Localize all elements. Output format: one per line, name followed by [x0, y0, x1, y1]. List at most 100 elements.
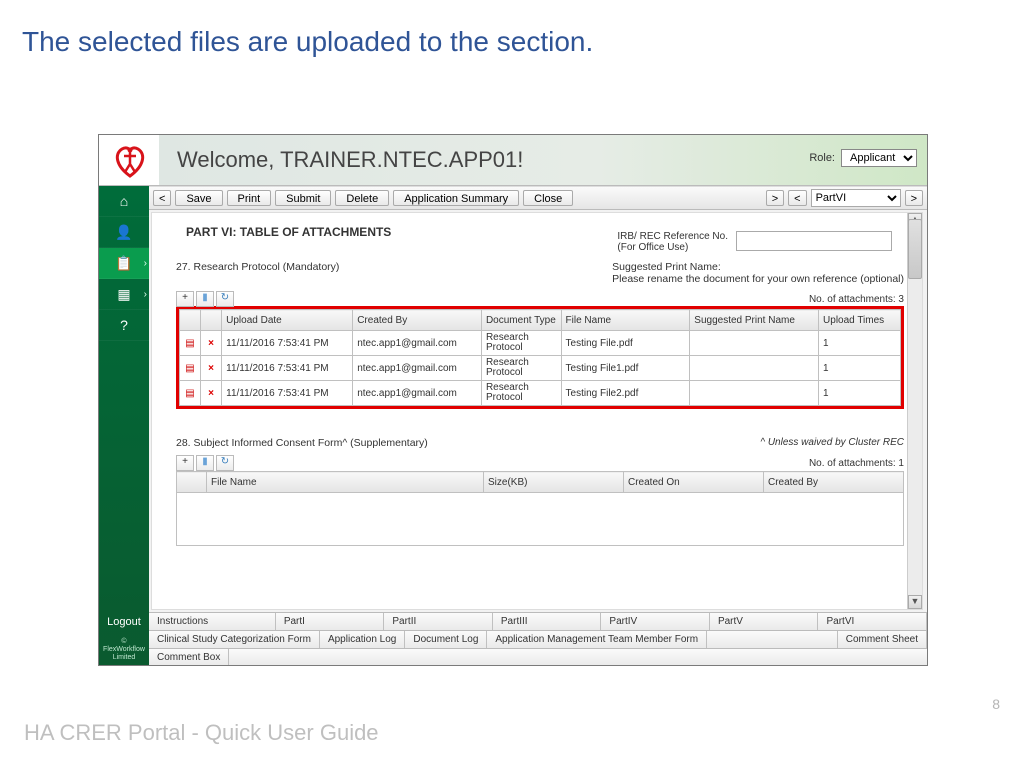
nav-prev-button[interactable]: < — [153, 190, 171, 206]
table-row[interactable]: × 11/11/2016 7:53:41 PMntec.app1@gmail.co… — [180, 356, 901, 381]
refresh-button[interactable]: ↻ — [216, 291, 234, 307]
delete-row-icon[interactable]: × — [208, 363, 214, 374]
app-screenshot: Welcome, TRAINER.NTEC.APP01! Role: Appli… — [98, 134, 928, 666]
welcome-text: Welcome, TRAINER.NTEC.APP01! — [177, 147, 523, 173]
tab-comment-sheet[interactable]: Comment Sheet — [838, 631, 927, 648]
nav-home-icon[interactable]: ⌂ — [99, 186, 149, 217]
cell-created-by: ntec.app1@gmail.com — [353, 331, 482, 356]
refresh-button-28[interactable]: ↻ — [216, 455, 234, 471]
submit-button[interactable]: Submit — [275, 190, 331, 206]
tab-part3[interactable]: PartIII — [493, 613, 602, 630]
col-print-name: Suggested Print Name — [690, 310, 819, 331]
attachments-table-28: File Name Size(KB) Created On Created By — [176, 471, 904, 546]
section-28-label: 28. Subject Informed Consent Form^ (Supp… — [176, 437, 428, 449]
attachments-table-27: Upload Date Created By Document Type Fil… — [179, 309, 901, 406]
close-button[interactable]: Close — [523, 190, 573, 206]
part-select[interactable]: PartVI — [811, 189, 901, 207]
cell-file-name: Testing File2.pdf — [561, 381, 690, 406]
scroll-down-icon[interactable]: ▼ — [908, 595, 922, 609]
pdf-icon[interactable] — [184, 388, 196, 399]
nav-grid-icon[interactable]: ▦› — [99, 279, 149, 310]
toolbar: < Save Print Submit Delete Application S… — [149, 186, 927, 210]
nav-help-icon[interactable]: ? — [99, 310, 149, 341]
cell-created-by: ntec.app1@gmail.com — [353, 381, 482, 406]
tab-instructions[interactable]: Instructions — [149, 613, 276, 630]
cell-file-name: Testing File.pdf — [561, 331, 690, 356]
tabs-comment: Comment Box — [149, 648, 927, 666]
delete-row-icon[interactable]: × — [208, 338, 214, 349]
delete-row-icon[interactable]: × — [208, 388, 214, 399]
tabs-parts: Instructions PartI PartII PartIII PartIV… — [149, 612, 927, 630]
logout-link[interactable]: Logout — [99, 610, 149, 634]
save-row-button-28[interactable]: ▮ — [196, 455, 214, 471]
table-row[interactable]: × 11/11/2016 7:53:41 PMntec.app1@gmail.co… — [180, 381, 901, 406]
cell-file-name: Testing File1.pdf — [561, 356, 690, 381]
cell-created-by: ntec.app1@gmail.com — [353, 356, 482, 381]
tab-comment-box[interactable]: Comment Box — [149, 649, 229, 666]
col-icon-28 — [177, 472, 207, 493]
tab-part5[interactable]: PartV — [710, 613, 819, 630]
add-row-button-28[interactable]: + — [176, 455, 194, 471]
slide-footer: HA CRER Portal - Quick User Guide — [24, 720, 379, 746]
section-28-note: ^ Unless waived by Cluster REC — [760, 437, 904, 448]
logo — [103, 134, 157, 187]
col-doc-type: Document Type — [481, 310, 561, 331]
cell-print-name — [690, 381, 819, 406]
cell-doc-type: Research Protocol — [481, 381, 561, 406]
tab-part6[interactable]: PartVI — [818, 613, 927, 630]
ref-label: IRB/ REC Reference No. (For Office Use) — [617, 231, 728, 253]
role-select[interactable]: Applicant — [841, 149, 917, 167]
print-button[interactable]: Print — [227, 190, 272, 206]
part-prev-button[interactable]: < — [788, 190, 806, 206]
col-created-on-28: Created On — [624, 472, 764, 493]
part-go-button[interactable]: > — [905, 190, 923, 206]
col-upload-times: Upload Times — [819, 310, 901, 331]
app-summary-button[interactable]: Application Summary — [393, 190, 519, 206]
save-row-button[interactable]: ▮ — [196, 291, 214, 307]
cell-upload-date: 11/11/2016 7:53:41 PM — [222, 331, 353, 356]
tab-part2[interactable]: PartII — [384, 613, 493, 630]
tab-part4[interactable]: PartIV — [601, 613, 710, 630]
cell-upload-times: 1 — [819, 331, 901, 356]
add-row-button[interactable]: + — [176, 291, 194, 307]
nav-user-icon[interactable]: 👤 — [99, 217, 149, 248]
scrollbar[interactable]: ▲ ▼ — [907, 213, 922, 609]
tab-team-form[interactable]: Application Management Team Member Form — [487, 631, 707, 648]
save-button[interactable]: Save — [175, 190, 222, 206]
table-row — [177, 493, 904, 546]
cell-upload-date: 11/11/2016 7:53:41 PM — [222, 381, 353, 406]
table-row[interactable]: × 11/11/2016 7:53:41 PMntec.app1@gmail.co… — [180, 331, 901, 356]
pdf-icon[interactable] — [184, 338, 196, 349]
attachment-count-28: No. of attachments: 1 — [809, 458, 904, 469]
page-number: 8 — [992, 696, 1000, 712]
col-created-by-28: Created By — [764, 472, 904, 493]
col-created-by: Created By — [353, 310, 482, 331]
attachment-count-27: No. of attachments: 3 — [809, 294, 904, 305]
tab-clinical-study[interactable]: Clinical Study Categorization Form — [149, 631, 320, 648]
delete-button[interactable]: Delete — [335, 190, 389, 206]
cell-upload-times: 1 — [819, 381, 901, 406]
cell-print-name — [690, 356, 819, 381]
role-label: Role: — [809, 152, 835, 164]
tab-doc-log[interactable]: Document Log — [405, 631, 487, 648]
tab-app-log[interactable]: Application Log — [320, 631, 405, 648]
col-size-28: Size(KB) — [484, 472, 624, 493]
nav-clipboard-icon[interactable]: 📋› — [99, 248, 149, 279]
pdf-icon[interactable] — [184, 363, 196, 374]
col-delete — [201, 310, 222, 331]
slide-title: The selected files are uploaded to the s… — [22, 26, 593, 58]
section-27-label: 27. Research Protocol (Mandatory) — [176, 261, 339, 273]
section-27-hint-title: Suggested Print Name: — [612, 261, 904, 273]
banner: Welcome, TRAINER.NTEC.APP01! Role: Appli… — [99, 135, 927, 186]
tabs-forms: Clinical Study Categorization Form Appli… — [149, 630, 927, 648]
ref-number-input[interactable] — [736, 231, 892, 251]
content-area: PART VI: TABLE OF ATTACHMENTS IRB/ REC R… — [151, 212, 923, 610]
scroll-thumb[interactable] — [908, 219, 922, 279]
highlighted-attachments: Upload Date Created By Document Type Fil… — [176, 306, 904, 409]
cell-print-name — [690, 331, 819, 356]
tab-part1[interactable]: PartI — [276, 613, 385, 630]
cell-upload-date: 11/11/2016 7:53:41 PM — [222, 356, 353, 381]
part-next-button[interactable]: > — [766, 190, 784, 206]
col-file-name: File Name — [561, 310, 690, 331]
col-upload-date: Upload Date — [222, 310, 353, 331]
